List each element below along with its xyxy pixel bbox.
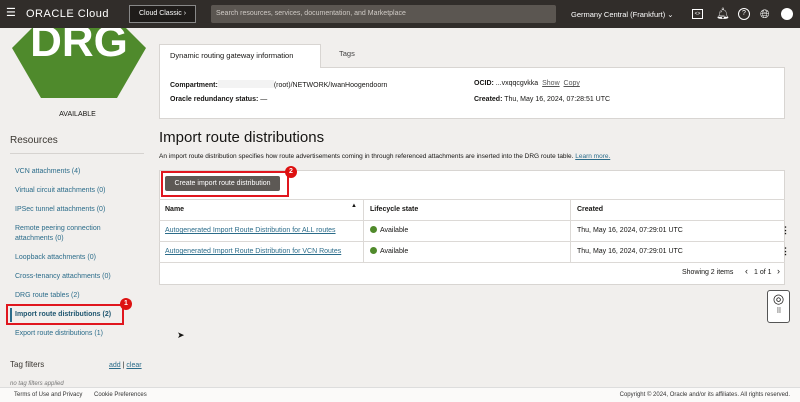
status-badge: Available: [370, 220, 408, 241]
copyright: Copyright © 2024, Oracle and/or its affi…: [619, 392, 790, 398]
grid-icon: ⠿: [776, 308, 781, 315]
sort-ascending-icon[interactable]: ▲: [351, 203, 357, 209]
status-dot-icon: [370, 226, 377, 233]
kebab-menu-icon[interactable]: ⋮: [781, 220, 790, 241]
column-divider: [363, 199, 364, 262]
compartment-label: Compartment:: [170, 82, 218, 89]
brand-logo[interactable]: ORACLE Cloud: [26, 8, 109, 20]
row-created: Thu, May 16, 2024, 07:29:01 UTC: [577, 227, 683, 234]
annotation-badge-1: 1: [120, 298, 132, 310]
footer: Terms of Use and Privacy Cookie Preferen…: [0, 387, 800, 402]
search-input[interactable]: Search resources, services, documentatio…: [211, 5, 556, 23]
tab-label: Dynamic routing gateway information: [170, 51, 294, 60]
learn-more-link[interactable]: Learn more.: [575, 153, 610, 160]
tab-drg-information[interactable]: Dynamic routing gateway information: [159, 44, 321, 68]
redacted-block: [217, 80, 274, 88]
created-label: Created:: [474, 96, 503, 103]
sidebar-item-export-route-distributions[interactable]: Export route distributions (1): [15, 329, 135, 339]
row-name-link[interactable]: Autogenerated Import Route Distribution …: [165, 241, 341, 262]
top-header: ☰ ORACLE Cloud Cloud Classic › Search re…: [0, 0, 800, 28]
resource-state: AVAILABLE: [59, 111, 96, 118]
terms-link[interactable]: Terms of Use and Privacy: [14, 392, 82, 398]
showing-count: Showing 2 items: [682, 269, 734, 276]
ocid-value: ...vxqqcgvkka: [495, 80, 539, 87]
region-selector[interactable]: Germany Central (Frankfurt) ⌄: [571, 10, 674, 19]
column-divider: [570, 199, 571, 262]
annotation-box-2: [161, 171, 289, 197]
svg-text:DRG: DRG: [30, 28, 128, 66]
row-created: Thu, May 16, 2024, 07:29:01 UTC: [577, 248, 683, 255]
ocid-label: OCID:: [474, 80, 494, 87]
separator: |: [122, 362, 125, 369]
page-description: An import route distribution specifies h…: [159, 153, 574, 160]
page-title: Import route distributions: [159, 129, 325, 146]
status-badge: Available: [370, 241, 408, 262]
annotation-box-1: [6, 304, 124, 325]
globe-icon[interactable]: 🌐︎: [760, 7, 770, 22]
lifebuoy-icon: ◎: [772, 291, 785, 306]
redundancy-value: —: [260, 96, 268, 103]
info-panel: [159, 67, 785, 119]
tab-tags[interactable]: Tags: [339, 49, 355, 58]
mouse-cursor-icon: ➤: [177, 330, 185, 340]
sidebar-item-remote-peering[interactable]: Remote peering connection attachments (0…: [15, 224, 135, 244]
sidebar-item-cross-tenancy[interactable]: Cross-tenancy attachments (0): [15, 272, 135, 282]
divider: [10, 153, 144, 154]
region-label: Germany Central (Frankfurt): [571, 10, 666, 19]
add-tag-filter-link[interactable]: add: [109, 362, 121, 369]
help-icon[interactable]: ?: [738, 8, 750, 20]
column-header-name[interactable]: Name: [165, 200, 184, 220]
status-label: Available: [380, 248, 409, 255]
copy-ocid-link[interactable]: Copy: [564, 80, 580, 87]
divider: [159, 199, 785, 200]
bell-icon[interactable]: 🔔︎: [716, 7, 730, 20]
cloud-classic-label: Cloud Classic: [138, 10, 182, 17]
cloud-classic-button[interactable]: Cloud Classic ›: [129, 5, 196, 23]
cookie-preferences-link[interactable]: Cookie Preferences: [94, 392, 147, 398]
pagination-label: 1 of 1: [754, 269, 772, 276]
sidebar-item-vcn-attachments[interactable]: VCN attachments (4): [15, 167, 135, 177]
status-dot-icon: [370, 247, 377, 254]
column-header-lifecycle-state[interactable]: Lifecycle state: [370, 200, 418, 220]
drg-hexagon-logo: DRG: [12, 28, 146, 98]
chevron-right-icon: ›: [183, 10, 187, 17]
divider: [159, 262, 785, 263]
chevron-down-icon: ⌄: [667, 10, 674, 19]
status-label: Available: [380, 227, 409, 234]
sidebar-item-ipsec[interactable]: IPSec tunnel attachments (0): [15, 205, 135, 215]
sidebar-item-virtual-circuit[interactable]: Virtual circuit attachments (0): [15, 186, 135, 196]
prev-page-icon[interactable]: ‹: [745, 266, 748, 276]
help-widget[interactable]: ◎ ⠿: [767, 290, 790, 323]
code-editor-icon[interactable]: <>: [692, 9, 703, 19]
created-value: Thu, May 16, 2024, 07:28:51 UTC: [504, 96, 611, 103]
annotation-badge-2: 2: [285, 166, 297, 178]
tag-filters-title: Tag filters: [10, 360, 45, 369]
redundancy-label: Oracle redundancy status:: [170, 96, 259, 103]
user-icon[interactable]: [781, 8, 793, 20]
menu-icon[interactable]: ☰: [6, 8, 16, 19]
compartment-value: (root)/NETWORK/IwanHoogendoorn: [273, 82, 388, 89]
kebab-menu-icon[interactable]: ⋮: [781, 241, 790, 262]
sidebar-item-loopback[interactable]: Loopback attachments (0): [15, 253, 135, 263]
sidebar-item-drg-route-tables[interactable]: DRG route tables (2): [15, 291, 135, 301]
next-page-icon[interactable]: ›: [777, 266, 780, 276]
search-placeholder: Search resources, services, documentatio…: [216, 10, 406, 17]
resources-title: Resources: [10, 135, 58, 146]
column-header-created[interactable]: Created: [577, 200, 603, 220]
clear-tag-filter-link[interactable]: clear: [126, 362, 141, 369]
row-name-link[interactable]: Autogenerated Import Route Distribution …: [165, 220, 336, 241]
show-ocid-link[interactable]: Show: [542, 80, 560, 87]
